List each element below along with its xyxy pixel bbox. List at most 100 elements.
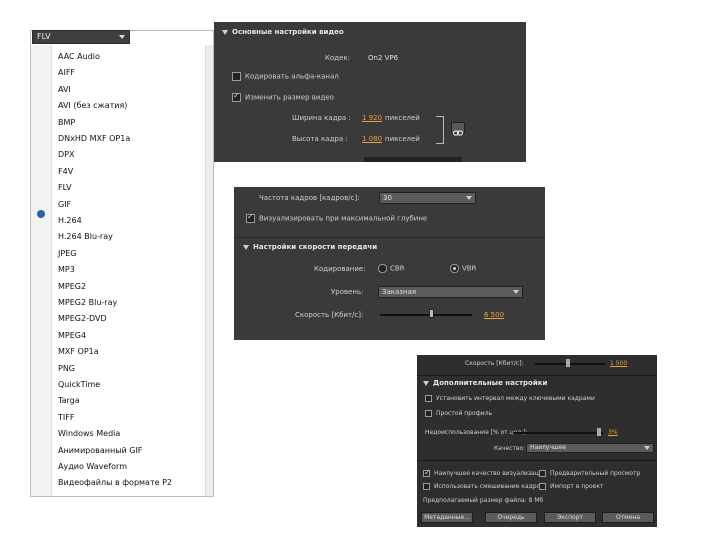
speed-value[interactable]: 6 500 [484,311,504,319]
quality-dropdown[interactable]: Наилучшее [526,443,654,453]
format-list-item[interactable]: BMP [58,118,75,127]
format-list-item[interactable]: GIF [58,200,71,209]
format-dropdown-value: FLV [37,32,51,41]
simple-profile-row[interactable]: Простой профиль [425,410,492,417]
format-list-item[interactable]: Анимированный GIF [58,446,142,455]
vbr-label: VBR [462,264,477,273]
level-value: Заказная [382,288,417,296]
preview-checkbox[interactable] [539,470,546,477]
max-depth-label: Визуализировать при максимальной глубине [259,214,428,223]
aspect-bracket [436,116,444,144]
export-button[interactable]: Экспорт [544,512,596,523]
vbr-option[interactable]: VBR [450,264,476,273]
codec-label: Кодек: [325,54,350,62]
metadata-button[interactable]: Метаданные... [421,512,473,523]
quality-value: Наилучшее [530,444,566,451]
keyframe-interval-row[interactable]: Установить интервал между ключевыми кадр… [425,395,595,402]
format-list-item[interactable]: DNxHD MXF OP1a [58,134,130,143]
height-unit: пикселей [385,135,420,143]
width-value[interactable]: 1 920 [362,114,382,122]
format-dropdown[interactable]: FLV [32,30,130,44]
cbr-radio[interactable] [378,264,387,273]
keyframe-label: Установить интервал между ключевыми кадр… [436,395,595,402]
import-checkbox[interactable] [539,483,546,490]
format-list-item[interactable]: FLV [58,183,72,192]
height-value[interactable]: 1 080 [362,135,382,143]
resize-checkbox[interactable] [232,91,241,102]
format-list-item[interactable]: MPEG4 [58,331,86,340]
format-list-item[interactable]: Видеофайлы в формате P2 [58,478,172,487]
height-label: Высота кадра : [292,135,348,143]
alpha-label: Кодировать альфа-канал [245,72,339,81]
format-list-item[interactable]: AAC Audio [58,52,100,61]
undershoot-value[interactable]: 3% [608,429,618,436]
frame-mixing-label: Использовать смешивание кадров [434,483,544,490]
partial-control [364,157,462,162]
format-list-item[interactable]: MPEG2 Blu-ray [58,298,117,307]
preview-row[interactable]: Предварительный просмотр [539,470,640,477]
format-list-item[interactable]: QuickTime [58,380,100,389]
list-scrollbar[interactable] [205,45,213,496]
resize-row[interactable]: Изменить размер видео [232,91,334,102]
format-list-item[interactable]: AVI [58,85,71,94]
framerate-value: 30 [383,194,392,202]
simple-profile-checkbox[interactable] [425,410,432,417]
format-list-item[interactable]: AIFF [58,68,75,77]
format-list-item[interactable]: Windows Media [58,429,120,438]
cbr-label: CBR [390,264,405,273]
format-list-item[interactable]: DPX [58,150,74,159]
speed-row-track[interactable] [535,363,605,365]
section-header-basic[interactable]: Основные настройки видео [222,28,344,36]
undershoot-thumb[interactable] [596,428,601,436]
format-list-item[interactable]: MPEG2-DVD [58,314,107,323]
format-list-item[interactable]: Targa [58,396,80,405]
section-title: Настройки скорости передачи [253,243,378,251]
format-list-item[interactable]: MP3 [58,265,75,274]
alpha-checkbox[interactable] [232,72,241,81]
frame-mixing-row[interactable]: Использовать смешивание кадров [423,483,544,490]
quality-label: Качество: [494,445,526,452]
keyframe-checkbox[interactable] [425,395,432,402]
format-list-item[interactable]: TIFF [58,413,74,422]
resize-label: Изменить размер видео [245,93,334,102]
level-dropdown[interactable]: Заказная [378,286,523,298]
max-depth-checkbox[interactable] [246,212,255,223]
max-quality-row[interactable]: Наилучшее качество визуализации [423,468,547,477]
speed-label: Скорость [Кбит/с]: [295,311,364,319]
alpha-channel-row[interactable]: Кодировать альфа-канал [232,72,339,81]
section-header-bitrate[interactable]: Настройки скорости передачи [243,243,377,251]
format-list-item[interactable]: MPEG2 [58,282,86,291]
undershoot-track[interactable] [513,432,603,434]
collapse-triangle-icon [243,244,249,250]
speed-slider-track[interactable] [380,314,472,316]
width-unit: пикселей [385,114,420,122]
encoding-label: Кодирование: [314,265,366,273]
framerate-dropdown[interactable]: 30 [379,192,476,204]
section-header-advanced[interactable]: Дополнительные настройки [423,379,547,387]
format-list-item[interactable]: JPEG [58,249,76,258]
import-label: Импорт в проект [550,483,604,490]
speed-row-thumb[interactable] [566,359,570,367]
width-label: Ширина кадра : [292,114,351,122]
cbr-option[interactable]: CBR [378,264,405,273]
section-title: Дополнительные настройки [433,379,548,387]
frame-mixing-checkbox[interactable] [423,483,430,490]
framerate-label: Частота кадров [кадров/с]: [259,194,360,202]
link-icon[interactable] [451,122,465,136]
max-quality-checkbox[interactable] [423,468,431,477]
format-list-item[interactable]: Аудио Waveform [58,462,127,471]
format-list-item[interactable]: H.264 Blu-ray [58,232,113,241]
speed-slider-thumb[interactable] [428,309,434,318]
format-list-item[interactable]: F4V [58,167,73,176]
vbr-radio[interactable] [450,264,459,273]
format-list-item[interactable]: H.264 [58,216,82,225]
cancel-button[interactable]: Отмена [602,512,654,523]
format-list-item[interactable]: PNG [58,364,75,373]
queue-button[interactable]: Очередь [485,512,537,523]
import-row[interactable]: Импорт в проект [539,483,603,490]
format-list-item[interactable]: MXF OP1a [58,347,99,356]
max-depth-row[interactable]: Визуализировать при максимальной глубине [246,212,428,223]
speed-row-value[interactable]: 1 500 [610,360,627,367]
selected-format-marker [37,210,45,218]
format-list-item[interactable]: AVI (без сжатия) [58,101,127,110]
